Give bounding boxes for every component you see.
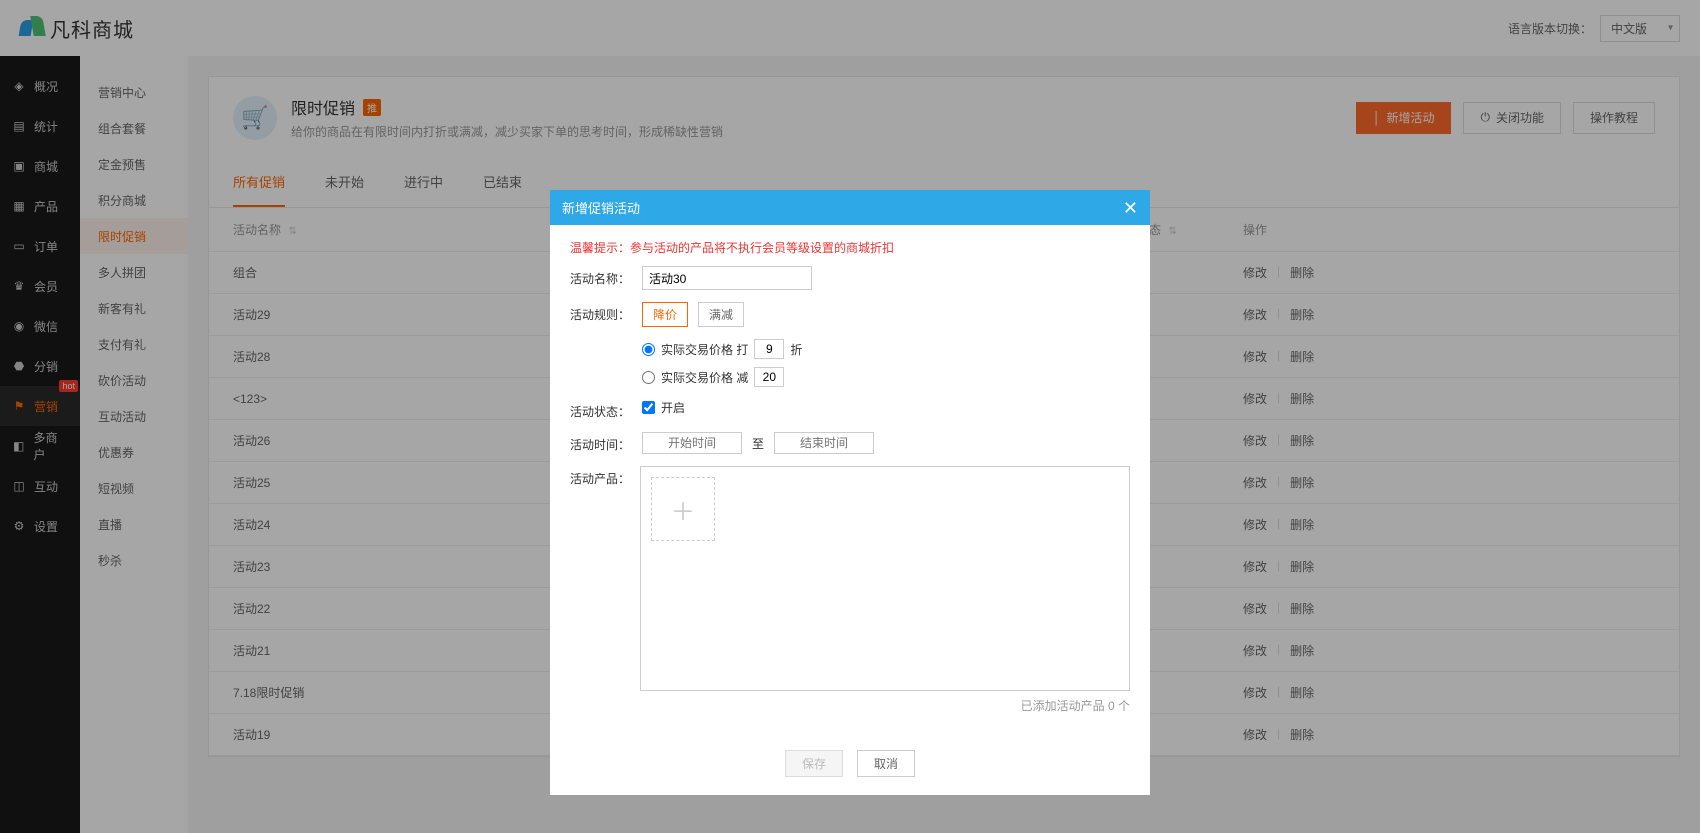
- save-button[interactable]: 保存: [785, 750, 843, 777]
- discount-radio[interactable]: [642, 343, 655, 356]
- activity-name-input[interactable]: [642, 266, 812, 290]
- time-label: 活动时间：: [570, 432, 642, 453]
- modal-overlay[interactable]: 新增促销活动 ✕ 温馨提示：参与活动的产品将不执行会员等级设置的商城折扣 活动名…: [0, 0, 1700, 833]
- product-select-box: ＋: [640, 466, 1130, 691]
- add-product-button[interactable]: ＋: [651, 477, 715, 541]
- minus-radio[interactable]: [642, 371, 655, 384]
- state-checkbox[interactable]: [642, 401, 655, 414]
- product-label: 活动产品：: [570, 466, 640, 487]
- new-promo-modal: 新增促销活动 ✕ 温馨提示：参与活动的产品将不执行会员等级设置的商城折扣 活动名…: [550, 190, 1150, 795]
- end-time-input[interactable]: [774, 432, 874, 454]
- product-count: 已添加活动产品 0 个: [640, 697, 1130, 714]
- rule-label: 活动规则：: [570, 302, 642, 323]
- rule-fulloff-button[interactable]: 满减: [698, 302, 744, 327]
- state-text: 开启: [661, 399, 685, 416]
- discount-value-input[interactable]: [754, 339, 784, 359]
- state-label: 活动状态：: [570, 399, 642, 420]
- close-icon[interactable]: ✕: [1123, 199, 1138, 217]
- start-time-input[interactable]: [642, 432, 742, 454]
- modal-footer: 保存 取消: [550, 736, 1150, 795]
- name-label: 活动名称：: [570, 266, 642, 287]
- minus-value-input[interactable]: [754, 367, 784, 387]
- warning-text: 温馨提示：参与活动的产品将不执行会员等级设置的商城折扣: [570, 239, 1130, 256]
- rule-option-minus[interactable]: 实际交易价格 减: [642, 367, 1130, 387]
- modal-title: 新增促销活动: [562, 198, 640, 217]
- rule-option-discount[interactable]: 实际交易价格 打 折: [642, 339, 1130, 359]
- modal-header: 新增促销活动 ✕: [550, 190, 1150, 225]
- rule-discount-button[interactable]: 降价: [642, 302, 688, 327]
- plus-icon: ＋: [671, 492, 695, 527]
- time-to: 至: [752, 435, 764, 452]
- cancel-button[interactable]: 取消: [857, 750, 915, 777]
